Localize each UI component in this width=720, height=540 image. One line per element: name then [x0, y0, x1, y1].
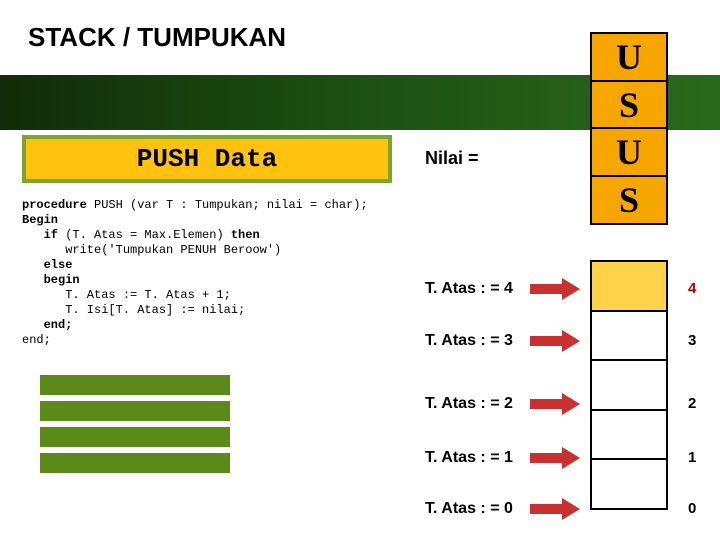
kw-procedure: procedure [22, 198, 87, 212]
letter-cell: S [590, 175, 668, 225]
atas-label: T. Atas : = 3 [425, 332, 513, 350]
code-text: write('Tumpukan PENUH Beroow') [22, 243, 281, 257]
stack-cell [590, 409, 668, 461]
letter-cell: U [590, 127, 668, 177]
letter-cell: U [590, 32, 668, 82]
code-text: (T. Atas = Max.Elemen) [58, 228, 231, 242]
code-text: T. Atas := T. Atas + 1; [22, 288, 231, 302]
row-number: 1 [688, 449, 696, 466]
stack-column [590, 260, 668, 508]
kw-begin-inner: begin [22, 273, 80, 287]
kw-if: if [22, 228, 58, 242]
stack-cell [590, 458, 668, 510]
bar [40, 427, 230, 447]
code-text: PUSH (var T : Tumpukan; nilai = char); [87, 198, 368, 212]
letter-stack: U S U S [590, 32, 668, 222]
stack-cell [590, 359, 668, 411]
atas-label: T. Atas : = 4 [425, 280, 513, 298]
push-heading: PUSH Data [22, 135, 392, 183]
green-bars [40, 375, 230, 479]
row-number: 0 [688, 500, 696, 517]
row-number: 3 [688, 332, 696, 349]
letter-cell: S [590, 80, 668, 130]
atas-label: T. Atas : = 2 [425, 395, 513, 413]
code-block: procedure PUSH (var T : Tumpukan; nilai … [22, 198, 402, 348]
bar [40, 401, 230, 421]
code-text: T. Isi[T. Atas] := nilai; [22, 303, 245, 317]
kw-end: end; [22, 333, 51, 347]
arrow-right-icon [530, 393, 580, 411]
arrow-right-icon [530, 447, 580, 465]
kw-end-inner: end; [22, 318, 72, 332]
arrow-right-icon [530, 278, 580, 296]
row-number: 2 [688, 395, 696, 412]
kw-else: else [22, 258, 72, 272]
atas-label: T. Atas : = 1 [425, 449, 513, 467]
arrow-right-icon [530, 330, 580, 348]
kw-begin: Begin [22, 213, 58, 227]
arrow-right-icon [530, 498, 580, 516]
stack-cell [590, 310, 668, 362]
bar [40, 375, 230, 395]
bar [40, 453, 230, 473]
nilai-label: Nilai = [425, 148, 479, 169]
atas-label: T. Atas : = 0 [425, 500, 513, 518]
stack-cell [590, 260, 668, 312]
page-title: STACK / TUMPUKAN [28, 22, 286, 53]
kw-then: then [231, 228, 260, 242]
row-number: 4 [688, 280, 696, 297]
